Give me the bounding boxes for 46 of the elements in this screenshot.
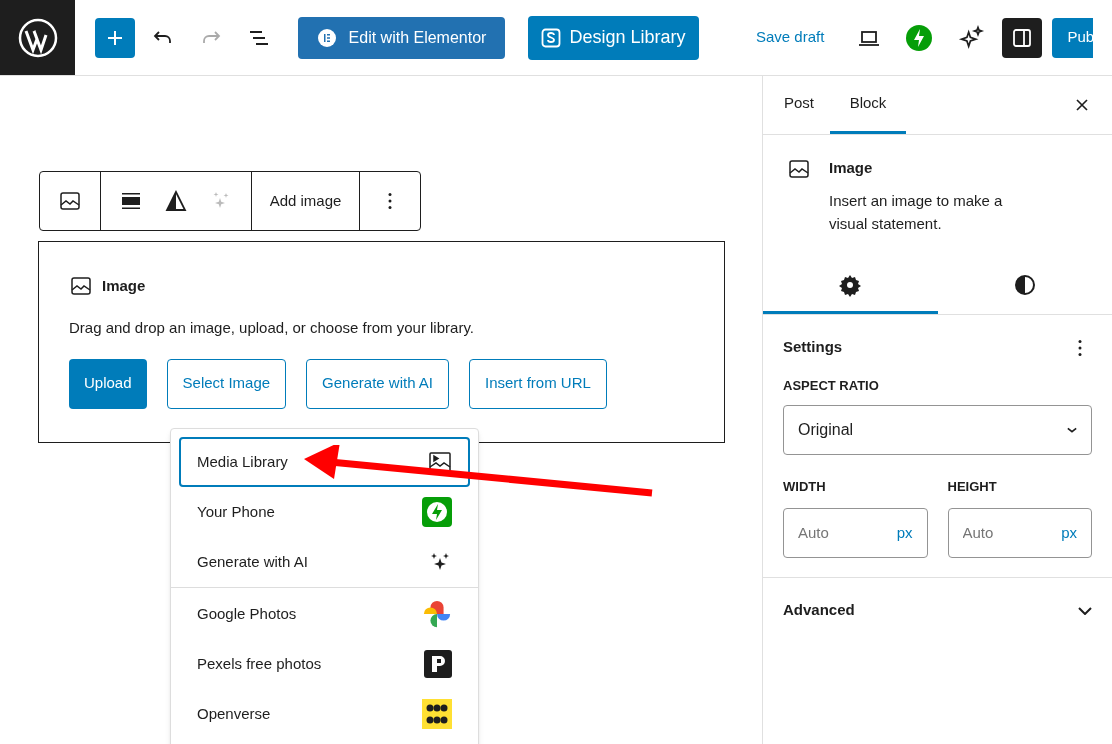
- instructions-text: Drag and drop an image, upload, or choose from your library.: [69, 318, 475, 338]
- settings-heading: Settings: [783, 337, 843, 358]
- sidebar-tab[interactable]: Post: [768, 76, 830, 134]
- aspect-ratio-label: ASPECT RATIO: [783, 376, 880, 395]
- media-menu-item[interactable]: Media Library: [179, 437, 470, 487]
- placeholder-action-button[interactable]: Select Image: [166, 358, 287, 409]
- media-menu-item[interactable]: Pexels free photos: [179, 639, 470, 689]
- add-image-button[interactable]: Add image: [252, 172, 360, 230]
- elementor-icon: [316, 27, 337, 48]
- placeholder-action-button[interactable]: Insert from URL: [469, 358, 607, 409]
- triangle-icon[interactable]: [164, 189, 188, 213]
- dimension-label: WIDTH: [783, 478, 827, 496]
- media-menu-item[interactable]: Openverse: [179, 689, 470, 739]
- contrast-icon: [1012, 272, 1037, 297]
- dimension-label: HEIGHT: [947, 478, 998, 496]
- save-draft-link[interactable]: Save draft: [756, 26, 825, 49]
- media-menu-item[interactable]: Google Photos: [179, 589, 470, 639]
- dots-grid-icon: [422, 699, 452, 729]
- letter-s-icon: [541, 27, 562, 48]
- unit-label: px: [896, 522, 913, 543]
- image-icon: [787, 157, 811, 181]
- block-card-title: Image: [829, 158, 874, 178]
- image-icon: [58, 189, 82, 213]
- block-title: Image: [102, 275, 146, 296]
- letter-p-icon: [424, 650, 452, 678]
- add-block-button[interactable]: [95, 17, 135, 58]
- media-menu-item[interactable]: Generate with AI: [179, 537, 470, 587]
- image-icon: [69, 274, 93, 298]
- design-library-button[interactable]: Design Library: [528, 15, 699, 60]
- aspect-ratio-select[interactable]: Original: [783, 405, 1092, 455]
- wordpress-logo[interactable]: [0, 0, 75, 75]
- placeholder-action-button[interactable]: Upload: [69, 358, 147, 409]
- publish-button[interactable]: Pub: [1052, 17, 1094, 58]
- sidebar-tab[interactable]: Block: [830, 76, 906, 134]
- bolt-icon[interactable]: [906, 24, 933, 51]
- bolt-icon: [422, 497, 452, 527]
- media-menu-item[interactable]: Your Phone: [179, 487, 470, 537]
- pinwheel-icon: [422, 599, 452, 629]
- block-card-description: Insert an image to make a visual statement.: [829, 190, 1004, 234]
- sidebar-toggle-button[interactable]: [1002, 17, 1043, 58]
- placeholder-action-button[interactable]: Generate with AI: [306, 358, 449, 409]
- plus-icon: [108, 30, 122, 45]
- unit-label: px: [1061, 522, 1077, 543]
- edit-with-elementor-button[interactable]: Edit with Elementor: [298, 16, 505, 59]
- chevron-down-icon: [1067, 427, 1077, 433]
- advanced-panel-header[interactable]: Advanced: [763, 577, 1112, 644]
